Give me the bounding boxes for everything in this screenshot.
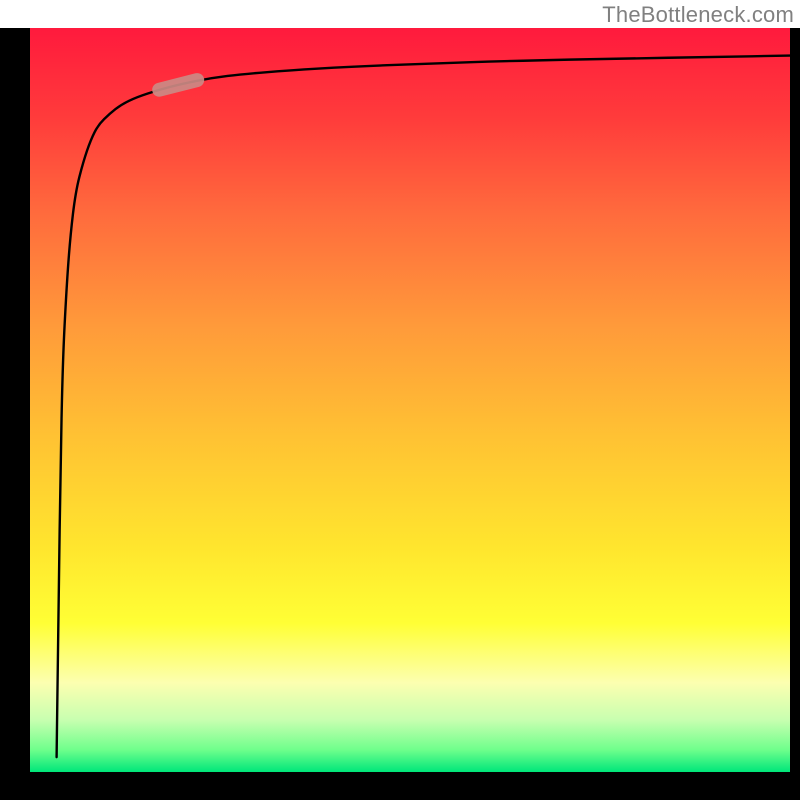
frame-bottom bbox=[0, 772, 800, 800]
bottleneck-chart bbox=[0, 0, 800, 800]
frame-left bbox=[0, 28, 30, 800]
watermark-text: TheBottleneck.com bbox=[602, 2, 794, 28]
frame-right bbox=[790, 28, 800, 800]
plot-area bbox=[30, 28, 790, 772]
curve-marker bbox=[159, 80, 197, 90]
chart-container: TheBottleneck.com bbox=[0, 0, 800, 800]
